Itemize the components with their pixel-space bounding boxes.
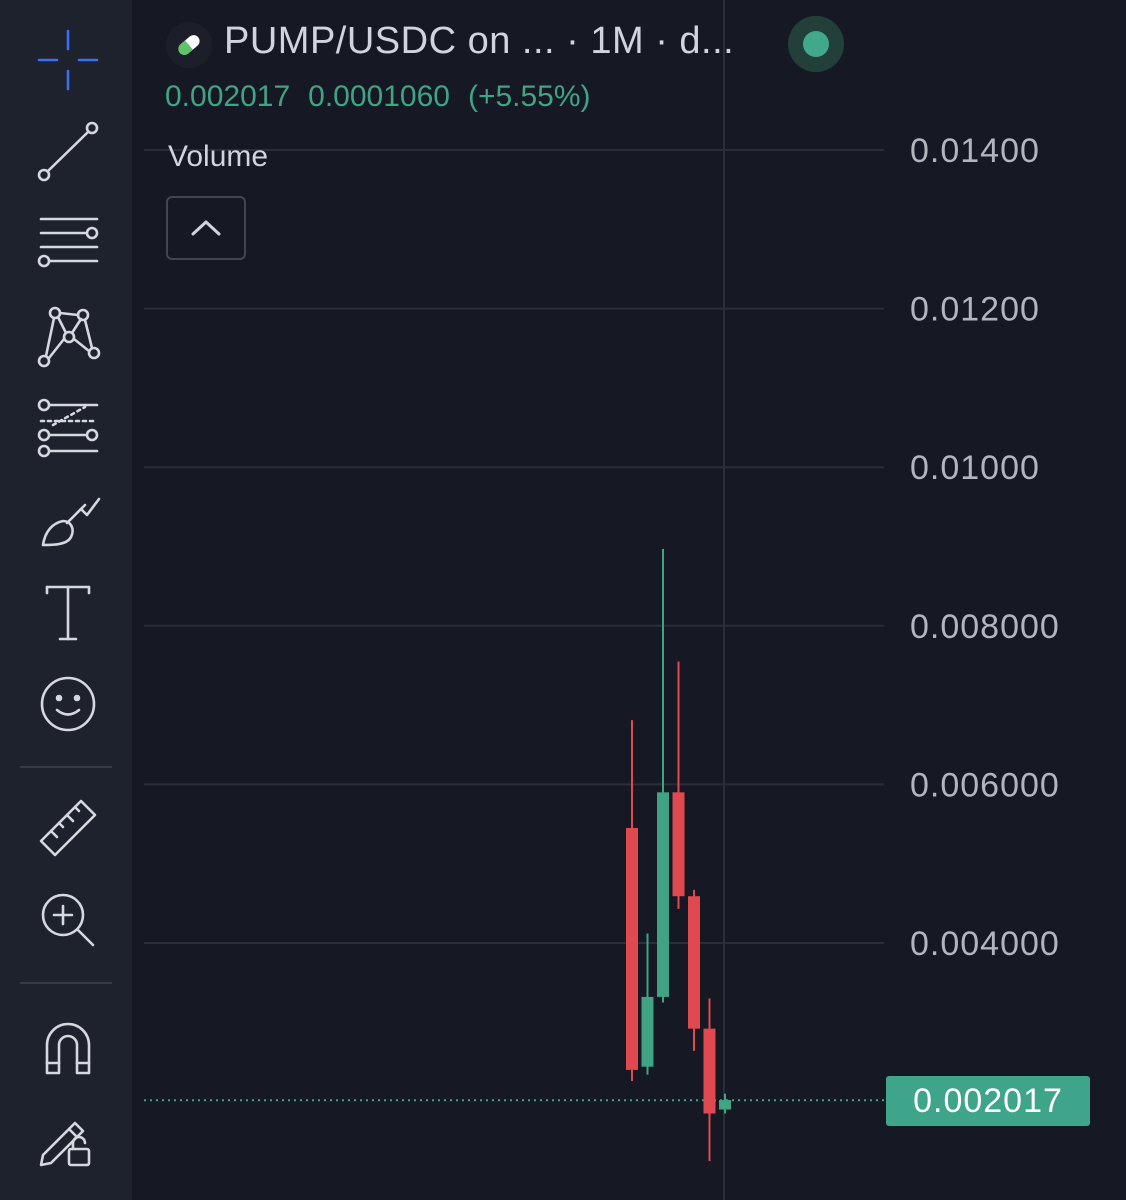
price-change-value: 0.0001060 xyxy=(308,80,450,113)
symbol-title[interactable]: PUMP/USDC on ... · 1M · d... xyxy=(224,20,734,63)
emoji-icon[interactable] xyxy=(22,664,114,744)
last-price-axis-label: 0.002017 xyxy=(886,1076,1090,1126)
lock-drawing-icon[interactable] xyxy=(22,1098,114,1178)
pill-icon xyxy=(166,22,212,68)
zoom-in-icon[interactable] xyxy=(22,880,114,960)
last-price-value: 0.002017 xyxy=(165,80,291,113)
crosshair-icon[interactable] xyxy=(22,20,114,100)
text-icon[interactable] xyxy=(22,572,114,652)
price-legend: 0.002017 0.0001060 (+5.55%) xyxy=(165,80,609,114)
magnet-icon[interactable] xyxy=(22,1006,114,1086)
ruler-icon[interactable] xyxy=(22,788,114,868)
pattern-icon[interactable] xyxy=(22,296,114,376)
toolbar-divider xyxy=(20,982,112,984)
horizontal-lines-icon[interactable] xyxy=(22,204,114,284)
toolbar-separator xyxy=(132,0,144,1200)
fib-retracement-icon[interactable] xyxy=(22,388,114,468)
market-status-button[interactable] xyxy=(788,16,844,72)
chevron-up-icon xyxy=(191,220,221,236)
volume-legend-label: Volume xyxy=(168,140,269,173)
chart-area[interactable] xyxy=(144,0,1126,1200)
chart-header: PUMP/USDC on ... · 1M · d... xyxy=(160,16,860,76)
collapse-legend-button[interactable] xyxy=(166,196,246,260)
toolbar-divider xyxy=(20,766,112,768)
drawing-toolbar xyxy=(0,0,132,1200)
trend-line-icon[interactable] xyxy=(22,112,114,192)
market-status-dot xyxy=(803,31,829,57)
price-change-percent: (+5.55%) xyxy=(467,80,591,113)
brush-icon[interactable] xyxy=(22,480,114,560)
